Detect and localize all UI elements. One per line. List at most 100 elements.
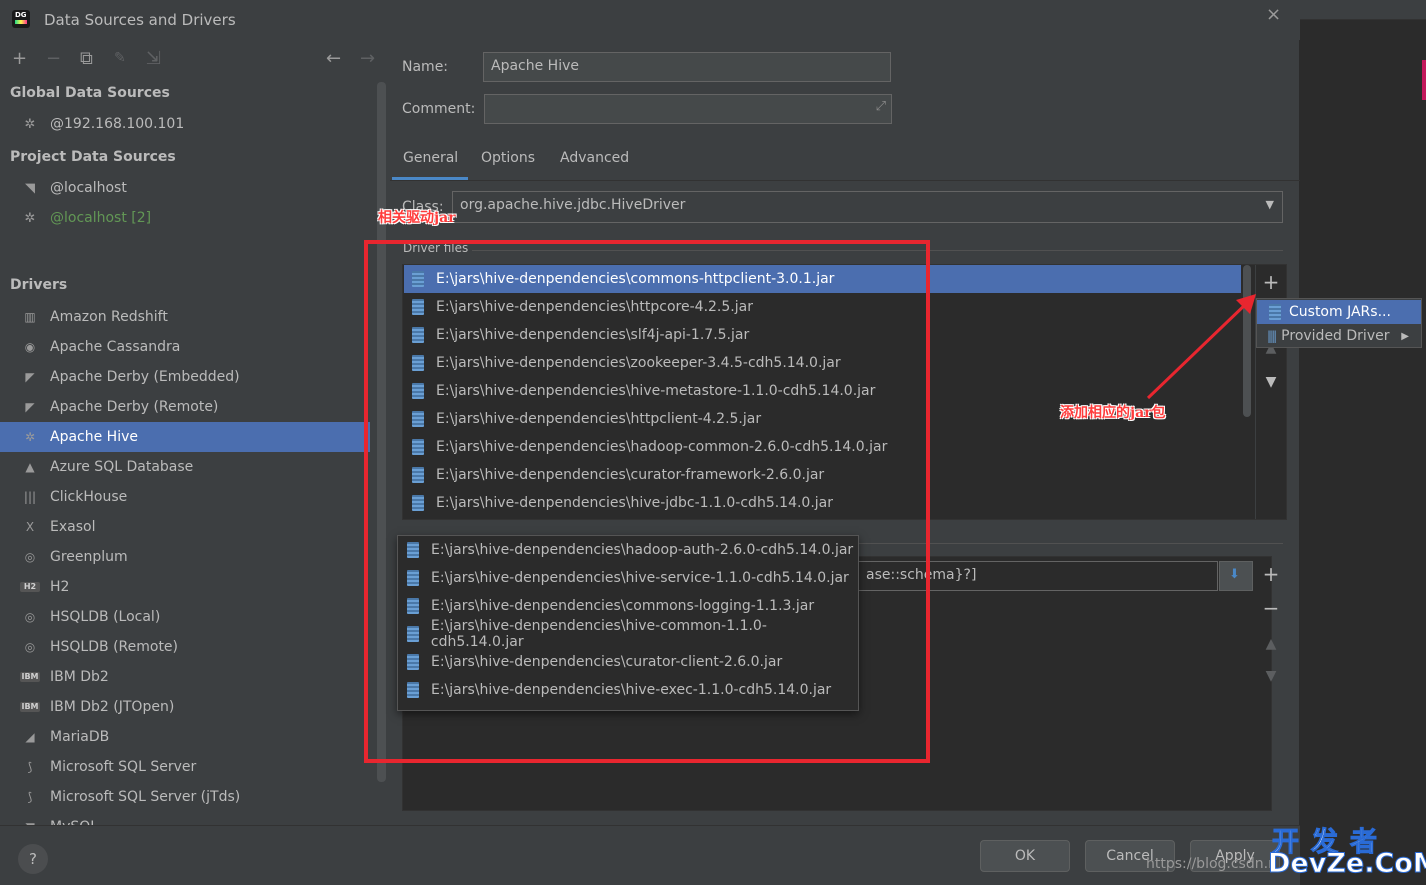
template-down-icon[interactable]: ▼: [1260, 668, 1282, 684]
hive-icon: ✲: [24, 210, 36, 226]
annotation-related-jars: 相关驱动jar: [378, 210, 456, 226]
driver-icon: ◉: [24, 340, 36, 354]
download-icon: ⬇: [1229, 567, 1240, 582]
red-highlight-box: [364, 240, 930, 763]
annotation-arrow: [1146, 294, 1256, 400]
global-source-label: @192.168.100.101: [50, 116, 185, 132]
driver-label: H2: [50, 579, 70, 595]
tab-options[interactable]: Options: [481, 150, 535, 166]
tab-advanced[interactable]: Advanced: [560, 150, 629, 166]
hive-icon: ✲: [24, 116, 36, 132]
project-data-sources-title: Project Data Sources: [10, 149, 176, 165]
menu-item-label: Provided Driver: [1281, 328, 1390, 344]
driver-icon: ▲: [25, 460, 35, 474]
move-down-icon[interactable]: ▼: [1260, 374, 1282, 390]
menu-item-custom-jars[interactable]: Custom JARs...: [1257, 300, 1421, 324]
driver-item[interactable]: IBM IBM Db2 (JTOpen): [0, 692, 370, 722]
name-field[interactable]: Apache Hive: [483, 52, 891, 82]
driver-item[interactable]: IBM IBM Db2: [0, 662, 370, 692]
comment-field[interactable]: ⤢: [484, 94, 892, 124]
url-overlay-text: https://blog.csdn.n: [1146, 856, 1277, 872]
title-bar: DG Data Sources and Drivers ×: [0, 0, 1300, 40]
driver-label: Greenplum: [50, 549, 128, 565]
back-arrow-icon[interactable]: ←: [326, 48, 341, 69]
driver-item[interactable]: ◥MySQL: [0, 812, 370, 825]
driver-icon: ◤: [25, 370, 35, 384]
duplicate-icon[interactable]: ⧉: [80, 48, 93, 69]
ok-button[interactable]: OK: [980, 840, 1070, 872]
class-value: org.apache.hive.jdbc.HiveDriver: [460, 197, 686, 213]
driver-item[interactable]: ✲ Apache Hive: [0, 422, 370, 452]
left-panel: + − ⧉ ✎ ⇲ ← → Global Data Sources ✲ @192…: [0, 40, 388, 825]
driver-icon: ◎: [24, 550, 36, 564]
driver-icon: ◢: [25, 730, 35, 744]
driver-label: HSQLDB (Remote): [50, 639, 179, 655]
add-template-button[interactable]: +: [1260, 562, 1282, 586]
project-source-item[interactable]: ◥ @localhost: [20, 176, 127, 200]
driver-label: Microsoft SQL Server: [50, 759, 197, 775]
driver-label: IBM Db2: [50, 669, 109, 685]
menu-item-provided-driver[interactable]: |||| Provided Driver ▶: [1257, 324, 1421, 348]
driver-item[interactable]: ◤ Apache Derby (Remote): [0, 392, 370, 422]
driver-item[interactable]: ⟆ Microsoft SQL Server: [0, 752, 370, 782]
chevron-down-icon: ▼: [1265, 198, 1274, 211]
jar-icon: [1269, 304, 1281, 320]
driver-icon: H2: [20, 582, 40, 592]
forward-arrow-icon[interactable]: →: [360, 48, 375, 69]
close-button[interactable]: ×: [1266, 4, 1281, 25]
import-icon[interactable]: ⇲: [146, 48, 161, 69]
driver-item[interactable]: H2 H2: [0, 572, 370, 602]
help-button[interactable]: ?: [18, 844, 48, 874]
driver-label: IBM Db2 (JTOpen): [50, 699, 175, 715]
driver-item[interactable]: ▥ Amazon Redshift: [0, 302, 370, 332]
comment-label: Comment:: [402, 101, 476, 117]
driver-label: Apache Derby (Embedded): [50, 369, 240, 385]
driver-item[interactable]: ◎ HSQLDB (Remote): [0, 632, 370, 662]
driver-item[interactable]: ◤ Apache Derby (Embedded): [0, 362, 370, 392]
project-source-item[interactable]: ✲ @localhost [2]: [20, 206, 152, 230]
driver-item[interactable]: ◎ Greenplum: [0, 542, 370, 572]
driver-item[interactable]: ⟆ Microsoft SQL Server (jTds): [0, 782, 370, 812]
driver-label: Azure SQL Database: [50, 459, 194, 475]
driver-icon: ⟆: [27, 790, 33, 804]
project-source-label: @localhost [2]: [50, 210, 152, 226]
driver-icon: ◤: [25, 400, 35, 414]
watermark-logo: 开发者 DevZe.CoM: [1268, 820, 1426, 880]
left-toolbar: + − ⧉ ✎ ⇲ ← →: [0, 40, 388, 76]
annotation-add-jars: 添加相应的jar包: [1060, 405, 1166, 421]
driver-item[interactable]: ▲ Azure SQL Database: [0, 452, 370, 482]
driver-item[interactable]: X Exasol: [0, 512, 370, 542]
driver-label: ClickHouse: [50, 489, 128, 505]
remove-icon[interactable]: −: [46, 48, 61, 69]
driver-label: HSQLDB (Local): [50, 609, 161, 625]
driver-label: Apache Derby (Remote): [50, 399, 219, 415]
wrench-icon[interactable]: ✎: [114, 50, 126, 66]
driver-item[interactable]: ◢ MariaDB: [0, 722, 370, 752]
drivers-title: Drivers: [10, 277, 68, 293]
driver-icon: ▥: [24, 310, 36, 324]
editor-marker: [1422, 60, 1426, 100]
driver-item[interactable]: ◉ Apache Cassandra: [0, 332, 370, 362]
watermark-line-2: DevZe.CoM: [1268, 848, 1426, 880]
template-up-icon[interactable]: ▲: [1260, 636, 1282, 652]
tab-general[interactable]: General: [403, 150, 458, 166]
chevron-right-icon: ▶: [1401, 330, 1409, 342]
project-source-label: @localhost: [50, 180, 127, 196]
menu-item-label: Custom JARs...: [1289, 304, 1391, 320]
download-button[interactable]: ⬇: [1219, 561, 1253, 591]
expand-icon[interactable]: ⤢: [876, 99, 886, 114]
driver-item[interactable]: ◎ HSQLDB (Local): [0, 602, 370, 632]
driver-icon: X: [25, 520, 35, 534]
driver-label: Apache Cassandra: [50, 339, 181, 355]
add-icon[interactable]: +: [12, 48, 27, 69]
driver-label: Apache Hive: [50, 429, 138, 445]
driver-item[interactable]: ||| ClickHouse: [0, 482, 370, 512]
driver-label: Amazon Redshift: [50, 309, 168, 325]
mysql-icon: ◥: [25, 180, 35, 196]
class-select[interactable]: org.apache.hive.jdbc.HiveDriver ▼: [452, 191, 1283, 223]
global-source-item[interactable]: ✲ @192.168.100.101: [20, 112, 185, 136]
driver-icon: IBM: [20, 702, 40, 712]
remove-template-button[interactable]: −: [1260, 596, 1282, 620]
driver-icon: |||: [23, 490, 37, 504]
add-driver-file-button[interactable]: +: [1260, 270, 1282, 294]
